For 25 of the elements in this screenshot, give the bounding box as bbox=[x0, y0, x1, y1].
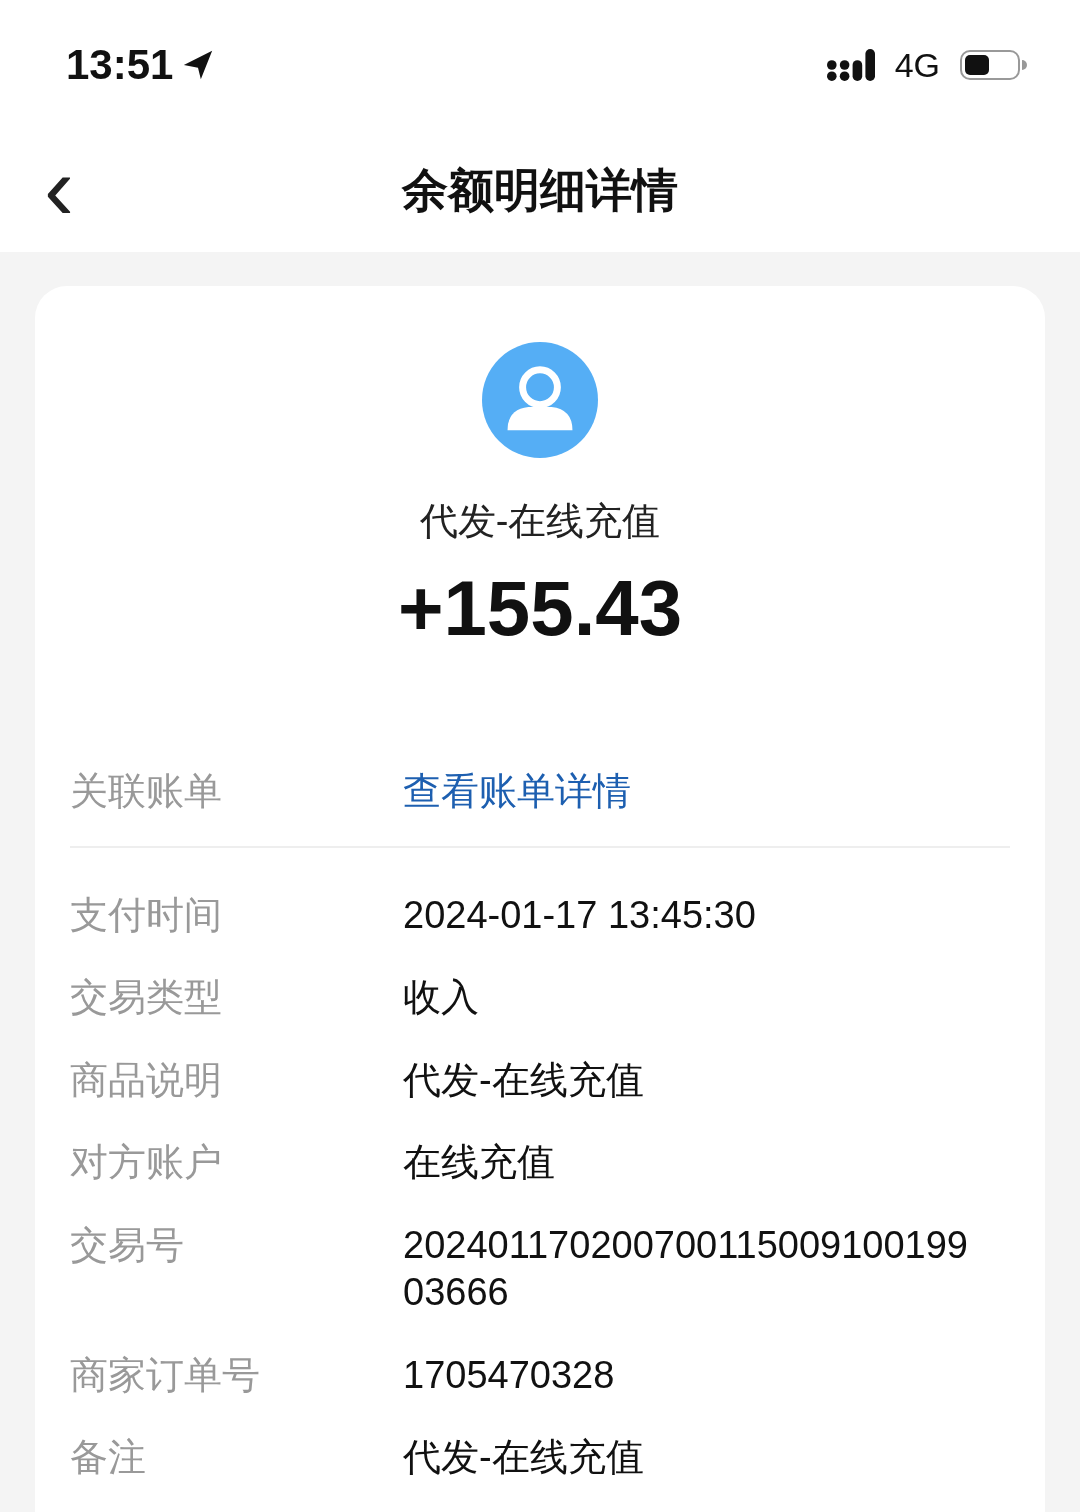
signal-icon bbox=[826, 49, 875, 81]
field-label: 关联账单 bbox=[70, 769, 223, 814]
battery-icon bbox=[960, 49, 1028, 81]
field-value: 1705470328 bbox=[403, 1352, 616, 1398]
field-value: 代发-在线充值 bbox=[403, 1057, 645, 1103]
field-value: 20240117020070011500910019903666 bbox=[403, 1222, 969, 1315]
field-value: 代发-在线充值 bbox=[403, 1435, 645, 1480]
back-button[interactable]: ‹ bbox=[36, 148, 82, 228]
clock-time: 13:51 bbox=[66, 41, 174, 89]
field-label: 交易类型 bbox=[70, 975, 223, 1020]
field-label: 商家订单号 bbox=[70, 1352, 261, 1398]
network-type: 4G bbox=[894, 45, 940, 85]
payer-name: 代发-在线充值 bbox=[419, 499, 661, 544]
field-label: 交易号 bbox=[70, 1222, 185, 1268]
field-value: 在线充值 bbox=[403, 1140, 556, 1185]
field-label: 商品说明 bbox=[70, 1057, 223, 1103]
amount-text: +155.43 bbox=[397, 563, 683, 654]
field-label: 对方账户 bbox=[70, 1140, 223, 1185]
field-value: 2024-01-17 13:45:30 bbox=[403, 892, 757, 938]
page-title: 余额明细详情 bbox=[402, 163, 678, 218]
field-label: 支付时间 bbox=[70, 892, 223, 938]
bill-link[interactable]: 查看账单详情 bbox=[403, 768, 631, 816]
field-value: 收入 bbox=[403, 975, 480, 1020]
avatar-icon bbox=[482, 342, 598, 458]
field-label: 备注 bbox=[70, 1435, 147, 1480]
